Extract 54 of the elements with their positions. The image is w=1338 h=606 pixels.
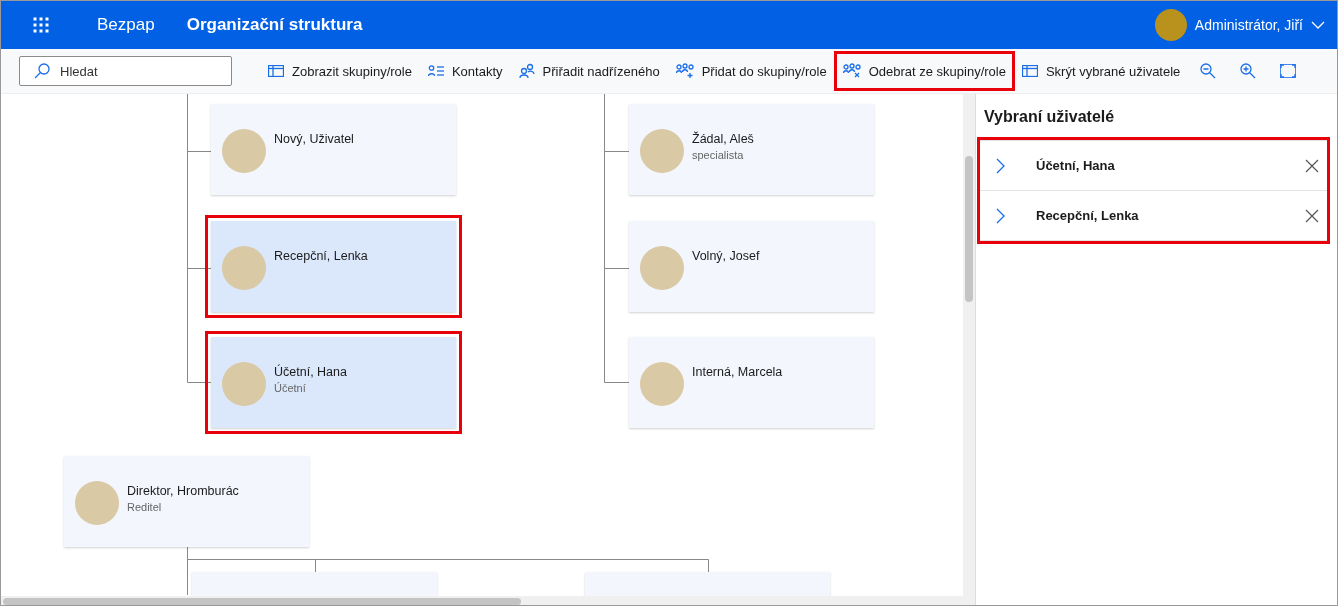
panel-icon: [1021, 65, 1038, 77]
search-field[interactable]: Hledat: [19, 56, 232, 86]
person-role: specialista: [692, 149, 745, 161]
person-card[interactable]: Direktor, Hromburác Reditel: [64, 456, 309, 547]
group-add-icon: [675, 63, 694, 79]
avatar: [222, 362, 266, 406]
person-card[interactable]: Účetní, Hana Účetní: [211, 337, 456, 428]
person-card[interactable]: Nový, Uživatel: [211, 104, 456, 195]
avatar: [222, 246, 266, 290]
person-name: Direktor, Hromburác: [127, 484, 239, 498]
avatar: [640, 129, 684, 173]
avatar: [75, 481, 119, 525]
panel-title: Vybraní uživatelé: [984, 108, 1116, 126]
avatar: [640, 246, 684, 290]
person-name: Nový, Uživatel: [274, 132, 354, 146]
person-name: Žádal, Aleš: [692, 132, 754, 146]
user-name[interactable]: Účetní, Hana: [1036, 158, 1115, 173]
app-name[interactable]: Bezpap: [97, 15, 155, 35]
zoom-out-icon: [1200, 63, 1217, 79]
group-remove-icon: [842, 63, 861, 79]
person-name: Recepční, Lenka: [274, 249, 368, 263]
fit-screen-icon: [1280, 64, 1297, 78]
page-title: Organizační struktura: [186, 15, 363, 35]
user-name[interactable]: Recepční, Lenka: [1036, 208, 1139, 223]
person-card[interactable]: Recepční, Lenka: [211, 221, 456, 312]
avatar: [222, 129, 266, 173]
scrollbar-thumb[interactable]: [965, 156, 973, 302]
chevron-right-icon[interactable]: [996, 207, 1006, 224]
toolbar-button[interactable]: Přiřadit nadřízeného: [510, 52, 668, 90]
person-role: Účetní: [274, 382, 307, 394]
panel-icon: [268, 65, 284, 77]
toolbar-button[interactable]: Přidat do skupiny/role: [667, 52, 835, 90]
contacts-icon: [427, 65, 444, 77]
toolbar-button[interactable]: Odebrat ze skupiny/role: [834, 52, 1014, 90]
toolbar-button[interactable]: Zobrazit skupiny/role: [260, 52, 420, 90]
person-card[interactable]: Interná, Marcela: [629, 337, 874, 428]
person-name: Volný, Josef: [692, 249, 760, 263]
person-role: Reditel: [127, 501, 163, 513]
scrollbar-thumb[interactable]: [3, 598, 521, 605]
app-launcher-icon[interactable]: [33, 17, 49, 33]
zoom-in-icon: [1240, 63, 1257, 79]
toolbar-button[interactable]: Skrýt vybrané uživatele: [1013, 52, 1189, 90]
person-card[interactable]: Žádal, Aleš specialista: [629, 104, 874, 195]
chevron-down-icon[interactable]: [1311, 21, 1325, 29]
chevron-right-icon[interactable]: [996, 157, 1006, 174]
person-card[interactable]: Volný, Josef: [629, 221, 874, 312]
toolbar-button[interactable]: Kontakty: [419, 52, 511, 90]
search-icon: [34, 63, 50, 79]
avatar: [640, 362, 684, 406]
person-name: Interná, Marcela: [692, 365, 783, 379]
user-name[interactable]: Administrátor, Jiří: [1194, 17, 1303, 33]
people-icon: [518, 63, 535, 79]
person-name: Účetní, Hana: [274, 365, 347, 379]
user-avatar[interactable]: [1154, 9, 1187, 41]
